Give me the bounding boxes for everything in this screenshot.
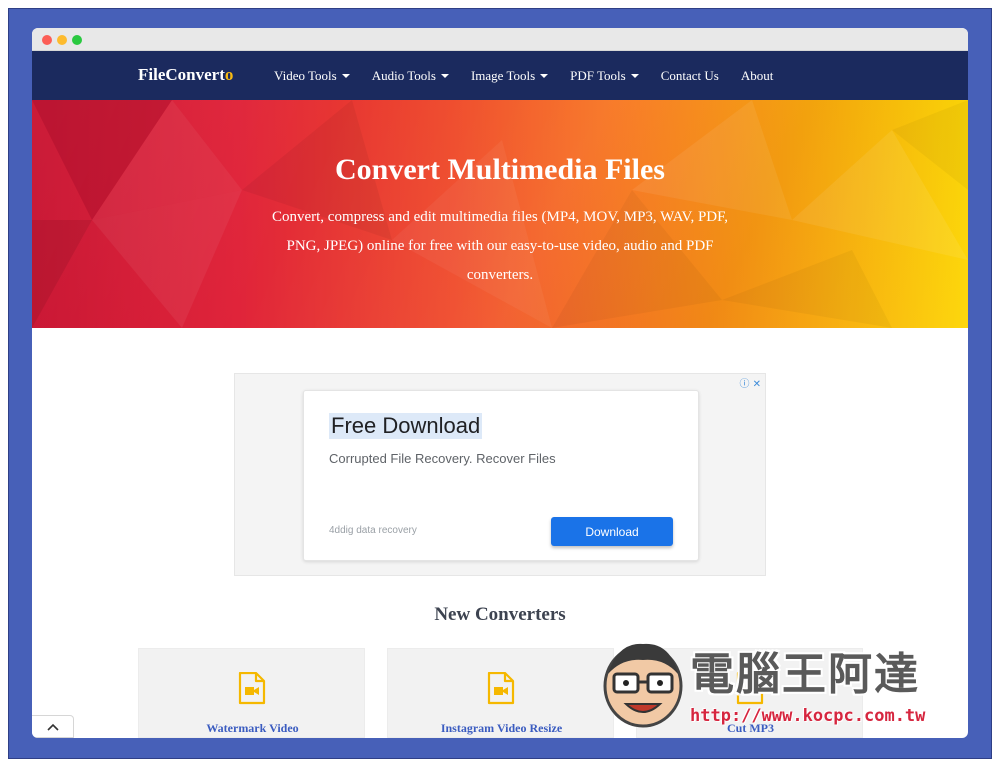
nav-item-label: Audio Tools [371, 68, 436, 83]
ad-brand: 4ddig data recovery [329, 525, 417, 536]
nav-item-video-tools[interactable]: Video Tools [274, 68, 350, 84]
converter-label[interactable]: Instagram Video Resize [388, 721, 615, 736]
caret-down-icon [540, 74, 549, 78]
window-titlebar [32, 28, 968, 51]
hero-title: Convert Multimedia Files [335, 153, 665, 186]
nav-item-audio-tools[interactable]: Audio Tools [372, 68, 449, 84]
mascot-face-icon [603, 643, 683, 728]
chevron-up-icon [46, 723, 59, 731]
nav-item-label: Image Tools [470, 68, 536, 83]
ad-card[interactable]: Free Download Corrupted File Recovery. R… [303, 390, 699, 561]
nav-item-contact-us[interactable]: Contact Us [661, 68, 719, 84]
nav-item-label: Video Tools [274, 68, 337, 83]
video-file-icon [487, 672, 515, 705]
caret-down-icon [630, 74, 639, 78]
ad-download-button[interactable]: Download [551, 517, 673, 546]
minimize-window-button[interactable] [57, 35, 67, 45]
nav-item-about[interactable]: About [741, 68, 774, 84]
converter-card-watermark-video[interactable]: Watermark Video [138, 648, 365, 738]
kocpc-watermark: 電腦王阿達 http://www.kocpc.com.tw [594, 628, 960, 738]
hero-banner: Convert Multimedia Files Convert, compre… [32, 100, 968, 328]
new-converters-title: New Converters [434, 604, 566, 625]
logo-accent: o [224, 65, 234, 84]
nav-item-label: PDF Tools [570, 68, 626, 83]
scroll-to-top-button[interactable] [32, 715, 74, 738]
hero-description: Convert, compress and edit multimedia fi… [271, 209, 729, 283]
watermark-title: 電腦王阿達 [690, 649, 920, 700]
caret-down-icon [440, 74, 449, 78]
ad-subtitle: Corrupted File Recovery. Recover Files [329, 451, 556, 466]
nav-item-label: About [740, 68, 774, 83]
nav-item-pdf-tools[interactable]: PDF Tools [570, 68, 639, 84]
logo-text: FileConvert [138, 65, 225, 84]
close-window-button[interactable] [42, 35, 52, 45]
video-file-icon [238, 672, 266, 705]
nav-menu: Video Tools Audio Tools Image Tools PDF … [274, 68, 795, 84]
site-navbar: FileConverto Video Tools Audio Tools Ima… [32, 51, 968, 100]
ad-title[interactable]: Free Download [329, 413, 483, 439]
ad-container: ⓘ ✕ Free Download Corrupted File Recover… [234, 373, 766, 576]
watermark-url: http://www.kocpc.com.tw [690, 706, 926, 726]
converter-label[interactable]: Watermark Video [139, 721, 366, 736]
caret-down-icon [341, 74, 350, 78]
ad-choices-icon[interactable]: ⓘ ✕ [739, 375, 761, 390]
converter-card-instagram-video-resize[interactable]: Instagram Video Resize [387, 648, 614, 738]
maximize-window-button[interactable] [72, 35, 82, 45]
nav-item-label: Contact Us [660, 68, 719, 83]
nav-item-image-tools[interactable]: Image Tools [470, 68, 549, 84]
site-logo[interactable]: FileConverto [138, 65, 233, 85]
